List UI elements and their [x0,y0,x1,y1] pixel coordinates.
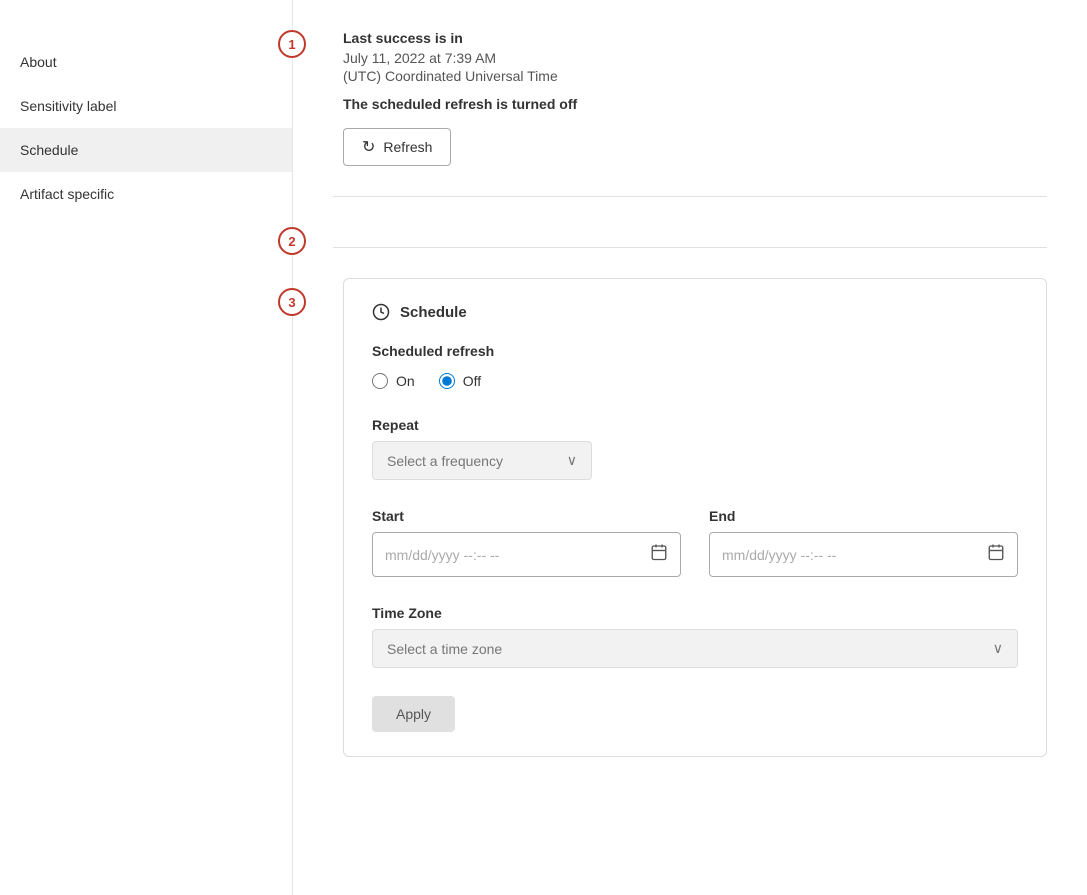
main-content: 1 Last success is in July 11, 2022 at 7:… [293,0,1087,895]
timezone-select[interactable]: Select a time zone ∨ [372,629,1018,668]
radio-off-option[interactable]: Off [439,373,481,389]
section-2: 2 [333,227,1047,248]
sidebar-item-schedule[interactable]: Schedule [0,128,292,172]
refresh-button-label: Refresh [383,139,432,155]
refresh-button[interactable]: ↻ Refresh [343,128,451,166]
sidebar-item-sensitivity-label[interactable]: Sensitivity label [0,84,292,128]
radio-on-input[interactable] [372,373,388,389]
step-1-circle: 1 [278,30,306,58]
end-date-placeholder: mm/dd/yyyy --:-- -- [722,547,836,563]
refresh-status: The scheduled refresh is turned off [343,96,1047,112]
frequency-select[interactable]: Select a frequency ∨ [372,441,592,480]
timezone-placeholder: Select a time zone [387,641,502,657]
repeat-label: Repeat [372,417,1018,433]
radio-off-label: Off [463,373,481,389]
last-success-date: July 11, 2022 at 7:39 AM [343,50,1047,66]
sidebar-item-artifact-specific[interactable]: Artifact specific [0,172,292,216]
end-calendar-icon [987,543,1005,566]
frequency-chevron-icon: ∨ [567,452,577,469]
last-success-tz: (UTC) Coordinated Universal Time [343,68,1047,84]
apply-button[interactable]: Apply [372,696,455,732]
end-date-input[interactable]: mm/dd/yyyy --:-- -- [709,532,1018,577]
step-3-circle: 3 [278,288,306,316]
sidebar: AboutSensitivity labelScheduleArtifact s… [0,0,293,895]
schedule-title-label: Schedule [400,304,467,321]
radio-on-option[interactable]: On [372,373,415,389]
sidebar-item-about[interactable]: About [0,40,292,84]
frequency-placeholder: Select a frequency [387,453,503,469]
end-label: End [709,508,1018,524]
schedule-card: Schedule Scheduled refresh On Off [343,278,1047,757]
start-date-placeholder: mm/dd/yyyy --:-- -- [385,547,499,563]
end-field: End mm/dd/yyyy --:-- -- [709,508,1018,577]
radio-off-input[interactable] [439,373,455,389]
scheduled-refresh-label: Scheduled refresh [372,343,1018,359]
start-calendar-icon [650,543,668,566]
radio-on-label: On [396,373,415,389]
start-label: Start [372,508,681,524]
refresh-icon: ↻ [362,137,375,157]
timezone-label: Time Zone [372,605,1018,621]
start-field: Start mm/dd/yyyy --:-- -- [372,508,681,577]
step-2-circle: 2 [278,227,306,255]
section-3: 3 Schedule Scheduled refresh [333,278,1047,757]
clock-icon [372,303,390,321]
schedule-card-title: Schedule [372,303,1018,321]
timezone-chevron-icon: ∨ [993,640,1003,657]
apply-button-label: Apply [396,706,431,722]
date-row: Start mm/dd/yyyy --:-- -- [372,508,1018,577]
start-date-input[interactable]: mm/dd/yyyy --:-- -- [372,532,681,577]
last-success-title: Last success is in [343,30,1047,46]
section-1: 1 Last success is in July 11, 2022 at 7:… [333,30,1047,197]
radio-group: On Off [372,373,1018,389]
